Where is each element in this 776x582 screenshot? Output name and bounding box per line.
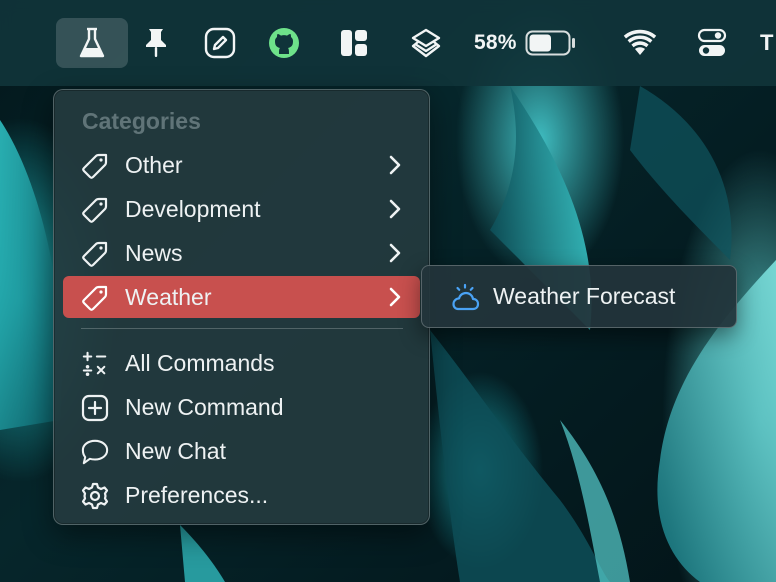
submenu-item-weather-forecast[interactable]: Weather Forecast: [493, 283, 675, 310]
weather-cloud-icon: [450, 283, 480, 318]
menu-item-all-commands[interactable]: All Commands: [63, 342, 420, 384]
layout-icon: [338, 27, 370, 59]
flask-icon: [78, 26, 106, 60]
menu-bar-truncated-item[interactable]: T: [760, 18, 776, 68]
menu-item-label: New Command: [125, 393, 284, 420]
menu-item-label: Development: [125, 195, 261, 222]
truncated-item-label: T: [760, 30, 774, 55]
chevron-right-icon: [388, 242, 402, 269]
github-button[interactable]: [266, 18, 302, 68]
menu-item-label: All Commands: [125, 349, 275, 376]
tag-icon: [81, 196, 109, 224]
menu-item-development[interactable]: Development: [63, 188, 420, 230]
tag-icon: [81, 152, 109, 180]
battery-icon: [525, 30, 577, 56]
control-center-button[interactable]: [694, 18, 730, 68]
menu-section-header: Categories: [82, 108, 201, 134]
chat-bubble-icon: [81, 438, 109, 466]
menu-item-new-command[interactable]: New Command: [63, 386, 420, 428]
calculator-icon: [81, 350, 109, 378]
github-icon: [268, 27, 300, 59]
edit-button[interactable]: [202, 18, 238, 68]
control-center-icon: [697, 28, 727, 58]
tag-icon: [81, 240, 109, 268]
chevron-right-icon: [388, 198, 402, 225]
layers-button[interactable]: [408, 18, 444, 68]
gear-icon: [81, 482, 109, 510]
menu-item-label: News: [125, 239, 183, 266]
chevron-right-icon: [388, 154, 402, 181]
menu-bar: 58% T: [0, 0, 776, 86]
pin-icon: [143, 27, 169, 59]
menu-item-label: Weather: [125, 283, 212, 310]
menu-item-preferences[interactable]: Preferences...: [63, 474, 420, 516]
menu-item-label: Preferences...: [125, 481, 269, 508]
pin-button[interactable]: [140, 18, 172, 68]
battery-status[interactable]: 58%: [474, 18, 590, 68]
weather-submenu: Weather Forecast: [421, 265, 737, 328]
edit-icon: [204, 27, 236, 59]
chevron-right-icon: [388, 286, 402, 313]
tag-icon: [81, 284, 109, 312]
menu-item-label: New Chat: [125, 437, 226, 464]
flask-menu-extra[interactable]: [56, 18, 128, 68]
plus-square-icon: [81, 394, 109, 422]
wifi-button[interactable]: [620, 18, 660, 68]
menu-item-other[interactable]: Other: [63, 144, 420, 186]
menu-item-new-chat[interactable]: New Chat: [63, 430, 420, 472]
menu-item-weather[interactable]: Weather: [63, 276, 420, 318]
layout-button[interactable]: [336, 18, 372, 68]
menu-item-news[interactable]: News: [63, 232, 420, 274]
battery-percent: 58%: [474, 31, 517, 54]
menu-item-label: Other: [125, 151, 183, 178]
wifi-icon: [622, 29, 658, 57]
menu-separator: [81, 328, 403, 329]
layers-icon: [410, 27, 442, 59]
categories-menu: Categories Other Development News Weathe…: [53, 89, 430, 525]
